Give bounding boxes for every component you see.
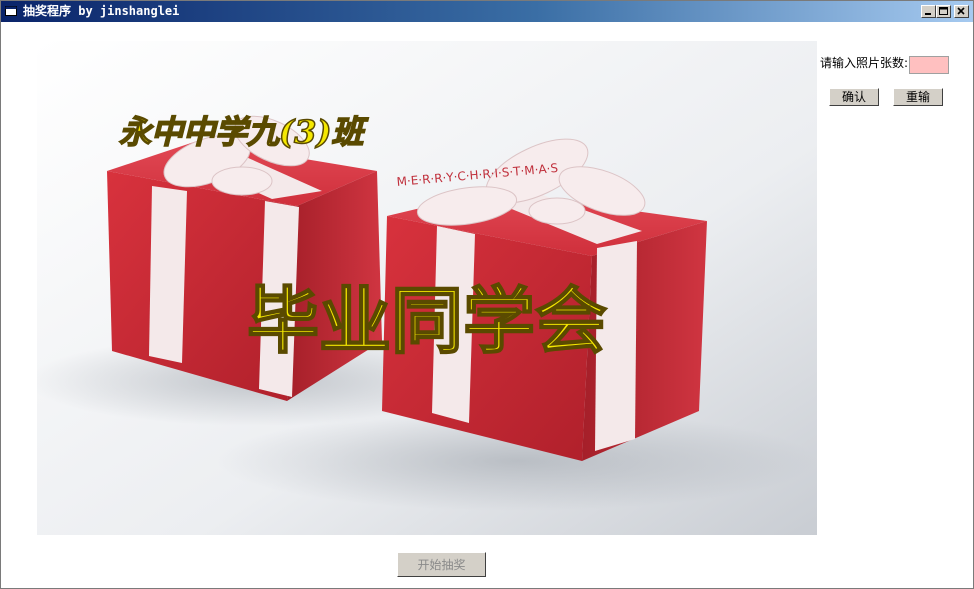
reset-button[interactable]: 重输: [893, 88, 943, 106]
confirm-button[interactable]: 确认: [829, 88, 879, 106]
minimize-button[interactable]: [921, 5, 936, 18]
maximize-button[interactable]: [936, 5, 951, 18]
minimize-icon: [925, 13, 931, 15]
title-bar[interactable]: 抽奖程序 by jinshanglei: [1, 1, 973, 22]
window-title: 抽奖程序 by jinshanglei: [23, 4, 180, 18]
start-draw-button[interactable]: 开始抽奖: [397, 552, 486, 577]
photo-count-input[interactable]: [909, 56, 949, 74]
gift-boxes-image: M·E·R·R·Y·C·H·R·I·S·T·M·A·S 永中中学九(3)班 毕业…: [37, 41, 817, 535]
photo-count-label: 请输入照片张数:: [820, 56, 909, 70]
reunion-title-text: 毕业同学会: [247, 278, 607, 363]
close-button[interactable]: [954, 5, 969, 18]
close-icon: [957, 7, 965, 15]
class-name-text: 永中中学九(3)班: [119, 113, 369, 151]
maximize-icon: [939, 7, 948, 15]
app-icon: [5, 6, 17, 16]
prize-photo: M·E·R·R·Y·C·H·R·I·S·T·M·A·S 永中中学九(3)班 毕业…: [37, 41, 817, 535]
main-window: 抽奖程序 by jinshanglei M·E·R·R·Y·C·H·R·I·S·…: [0, 0, 974, 589]
